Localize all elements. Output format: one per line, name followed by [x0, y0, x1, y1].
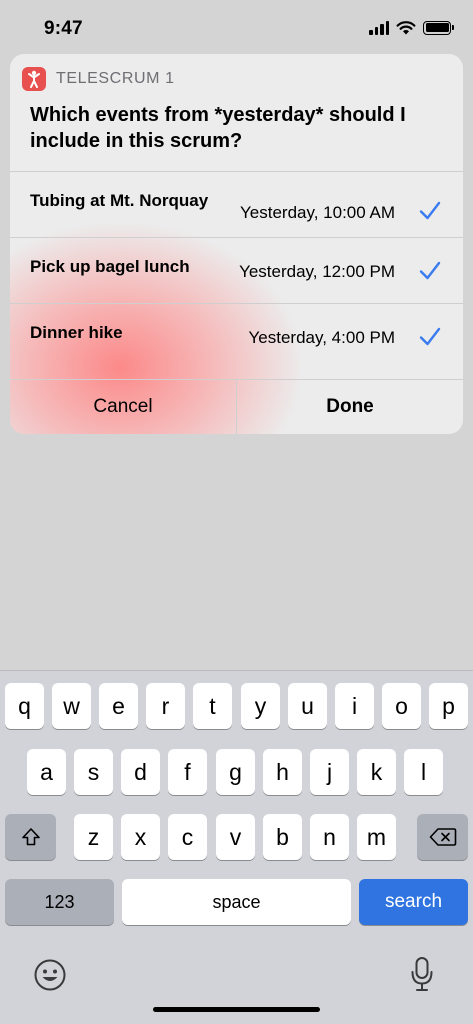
status-bar: 9:47 — [0, 0, 473, 50]
key-p[interactable]: p — [429, 683, 468, 729]
key-n[interactable]: n — [310, 814, 349, 860]
key-c[interactable]: c — [168, 814, 207, 860]
key-v[interactable]: v — [216, 814, 255, 860]
microphone-icon[interactable] — [410, 956, 434, 994]
key-h[interactable]: h — [263, 749, 302, 795]
key-m[interactable]: m — [357, 814, 396, 860]
key-o[interactable]: o — [382, 683, 421, 729]
done-button[interactable]: Done — [237, 380, 463, 434]
backspace-icon — [429, 828, 456, 846]
checkmark-icon — [419, 327, 441, 346]
event-time: Yesterday, 4:00 PM — [248, 328, 395, 347]
numbers-key[interactable]: 123 — [5, 879, 114, 925]
event-title: Pick up bagel lunch — [30, 257, 190, 276]
app-name: TELESCRUM 1 — [56, 70, 175, 87]
card-actions: Cancel Done — [10, 379, 463, 434]
event-row[interactable]: Tubing at Mt. Norquay Yesterday, 10:00 A… — [10, 171, 463, 237]
key-y[interactable]: y — [241, 683, 280, 729]
intent-card: TELESCRUM 1 Which events from *yesterday… — [10, 54, 463, 434]
emoji-icon[interactable] — [33, 958, 67, 992]
event-time: Yesterday, 10:00 AM — [240, 203, 395, 222]
key-w[interactable]: w — [52, 683, 91, 729]
shift-key[interactable] — [5, 814, 56, 860]
key-l[interactable]: l — [404, 749, 443, 795]
key-d[interactable]: d — [121, 749, 160, 795]
key-k[interactable]: k — [357, 749, 396, 795]
space-key[interactable]: space — [122, 879, 351, 925]
cellular-signal-icon — [369, 20, 389, 35]
key-s[interactable]: s — [74, 749, 113, 795]
event-row[interactable]: Dinner hike Yesterday, 4:00 PM — [10, 303, 463, 369]
app-icon — [22, 67, 46, 91]
wifi-icon — [396, 21, 416, 35]
question-pre: Which events from — [30, 104, 215, 126]
card-header: TELESCRUM 1 — [22, 67, 175, 91]
key-e[interactable]: e — [99, 683, 138, 729]
event-row[interactable]: Pick up bagel lunch Yesterday, 12:00 PM — [10, 237, 463, 303]
key-i[interactable]: i — [335, 683, 374, 729]
search-key[interactable]: search — [359, 879, 468, 925]
keyboard: q w e r t y u i o p a s d f g h j k l z … — [0, 670, 473, 1024]
key-g[interactable]: g — [216, 749, 255, 795]
event-list: Tubing at Mt. Norquay Yesterday, 10:00 A… — [10, 171, 463, 369]
key-x[interactable]: x — [121, 814, 160, 860]
shift-icon — [21, 828, 40, 846]
delete-key[interactable] — [417, 814, 468, 860]
question-emphasis: *yesterday* — [214, 104, 324, 126]
key-u[interactable]: u — [288, 683, 327, 729]
key-b[interactable]: b — [263, 814, 302, 860]
key-j[interactable]: j — [310, 749, 349, 795]
status-time: 9:47 — [44, 18, 83, 39]
event-title: Dinner hike — [30, 323, 123, 342]
status-icons — [369, 20, 454, 35]
key-z[interactable]: z — [74, 814, 113, 860]
event-time: Yesterday, 12:00 PM — [239, 262, 395, 281]
key-q[interactable]: q — [5, 683, 44, 729]
cancel-button[interactable]: Cancel — [10, 380, 237, 434]
person-icon — [28, 70, 40, 88]
key-f[interactable]: f — [168, 749, 207, 795]
key-a[interactable]: a — [27, 749, 66, 795]
checkmark-icon — [419, 201, 441, 220]
event-title: Tubing at Mt. Norquay — [30, 191, 209, 210]
home-indicator[interactable] — [153, 1007, 320, 1012]
key-t[interactable]: t — [193, 683, 232, 729]
checkmark-icon — [419, 261, 441, 280]
battery-icon — [423, 20, 454, 35]
card-question: Which events from *yesterday* should I i… — [30, 102, 450, 154]
key-r[interactable]: r — [146, 683, 185, 729]
